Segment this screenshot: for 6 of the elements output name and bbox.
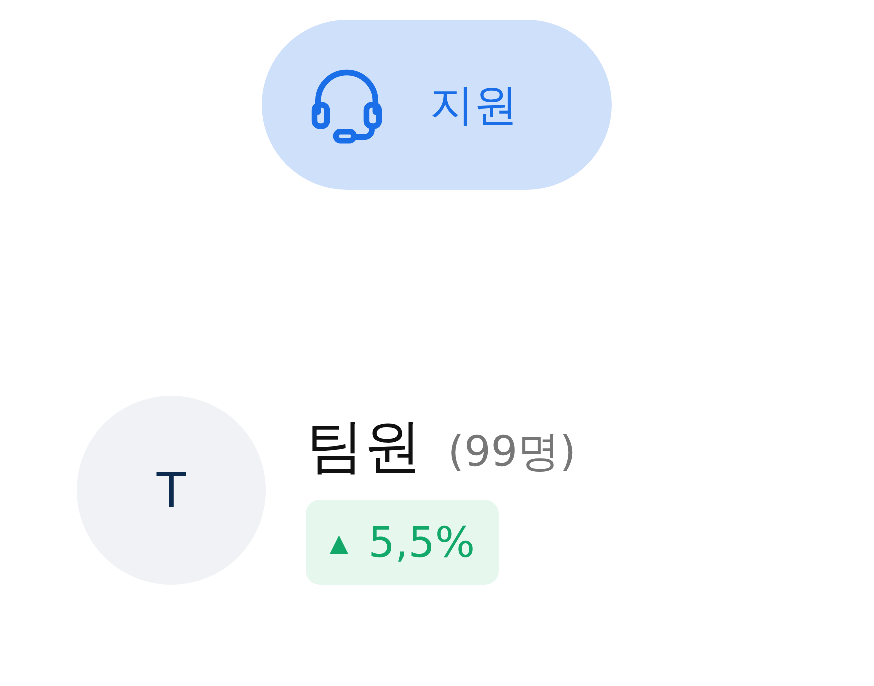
avatar: T xyxy=(77,396,266,585)
change-value: 5,5% xyxy=(368,518,476,567)
support-button[interactable]: 지원 xyxy=(262,20,612,190)
member-count: (99명) xyxy=(448,426,576,478)
up-arrow-icon: ▲ xyxy=(330,528,348,556)
group-title: 팀원 xyxy=(306,411,422,482)
